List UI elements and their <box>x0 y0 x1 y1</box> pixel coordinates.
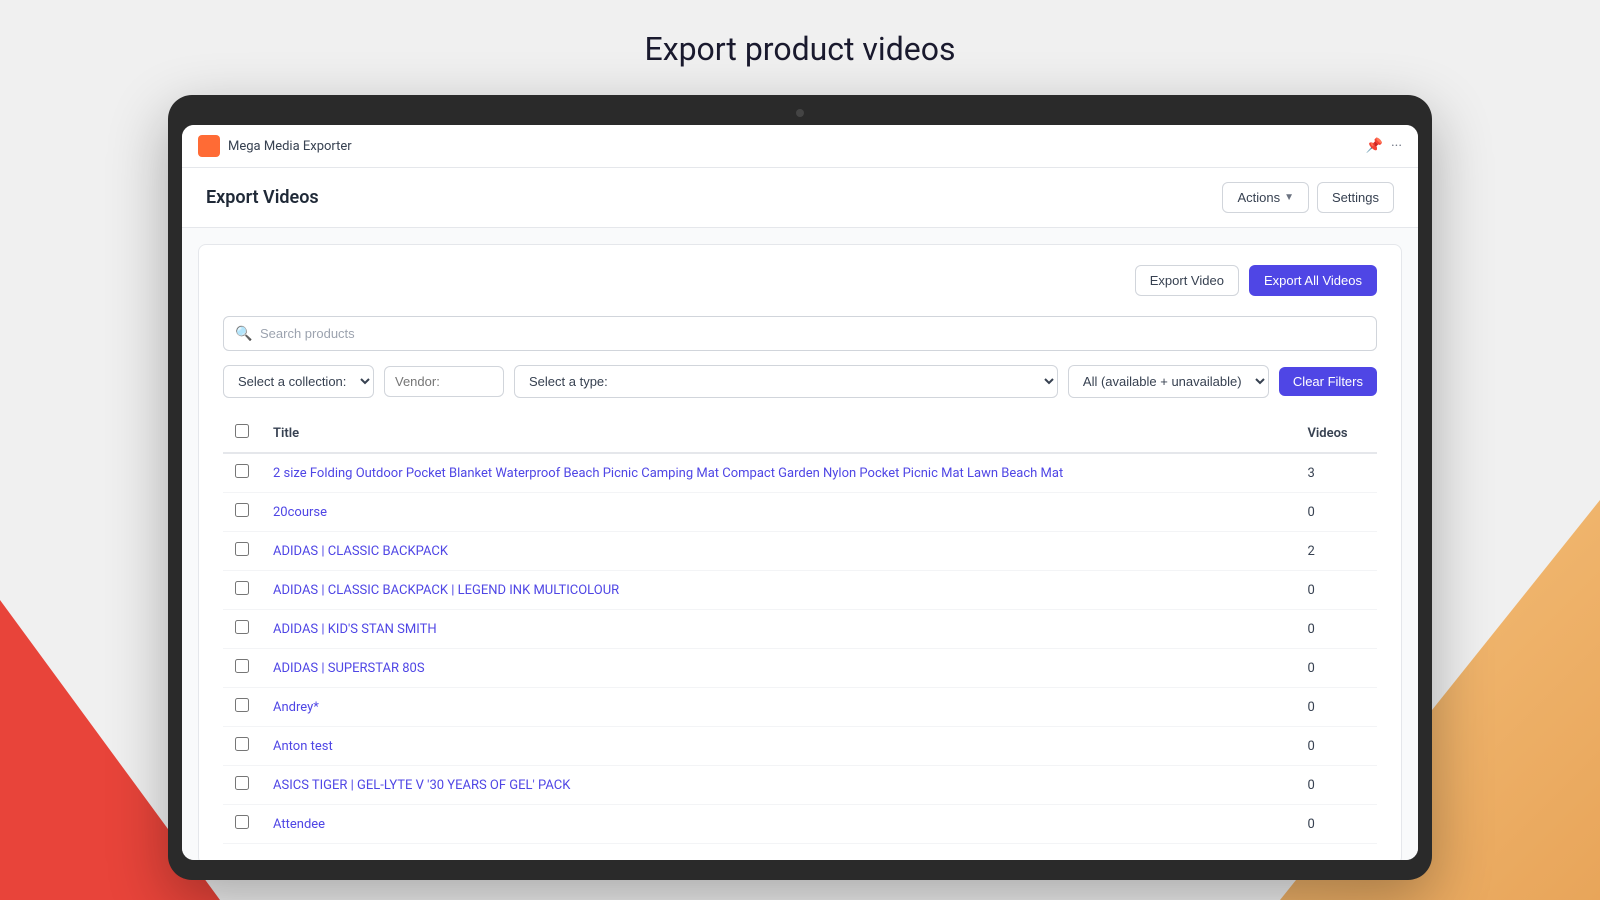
row-checkbox-cell <box>223 688 261 727</box>
row-checkbox[interactable] <box>235 542 249 556</box>
products-table: Title Videos 2 size Folding Outdoor Pock… <box>223 414 1377 844</box>
product-videos-count: 0 <box>1295 493 1377 532</box>
app-name: Mega Media Exporter <box>228 139 1366 154</box>
collection-filter[interactable]: Select a collection: <box>223 365 374 398</box>
main-content-card: Export Video Export All Videos 🔍 Select … <box>198 244 1402 860</box>
filters-row: Select a collection: Select a type: All … <box>223 365 1377 398</box>
export-all-videos-button[interactable]: Export All Videos <box>1249 265 1377 296</box>
product-title-cell: 20course <box>261 493 1295 532</box>
product-videos-count: 0 <box>1295 649 1377 688</box>
product-videos-count: 0 <box>1295 571 1377 610</box>
export-buttons-row: Export Video Export All Videos <box>223 265 1377 296</box>
search-container: 🔍 <box>223 316 1377 351</box>
settings-button[interactable]: Settings <box>1317 182 1394 213</box>
actions-button[interactable]: Actions ▼ <box>1222 182 1309 213</box>
table-row: Attendee 0 <box>223 805 1377 844</box>
row-checkbox[interactable] <box>235 620 249 634</box>
product-title-cell: Anton test <box>261 727 1295 766</box>
select-all-header <box>223 414 261 453</box>
row-checkbox-cell <box>223 571 261 610</box>
title-column-header: Title <box>261 414 1295 453</box>
table-row: 20course 0 <box>223 493 1377 532</box>
row-checkbox-cell <box>223 493 261 532</box>
select-all-checkbox[interactable] <box>235 424 249 438</box>
product-videos-count: 0 <box>1295 688 1377 727</box>
table-row: ADIDAS | KID'S STAN SMITH 0 <box>223 610 1377 649</box>
product-title-link[interactable]: Andrey* <box>273 700 319 715</box>
row-checkbox[interactable] <box>235 737 249 751</box>
row-checkbox[interactable] <box>235 503 249 517</box>
more-options-icon[interactable]: ··· <box>1391 138 1402 154</box>
table-row: Anton test 0 <box>223 727 1377 766</box>
table-row: 2 size Folding Outdoor Pocket Blanket Wa… <box>223 453 1377 493</box>
product-title-cell: 2 size Folding Outdoor Pocket Blanket Wa… <box>261 453 1295 493</box>
row-checkbox[interactable] <box>235 698 249 712</box>
product-title-link[interactable]: ADIDAS | CLASSIC BACKPACK | LEGEND INK M… <box>273 583 619 598</box>
product-title-cell: ASICS TIGER | GEL-LYTE V '30 YEARS OF GE… <box>261 766 1295 805</box>
app-header-actions: 📌 ··· <box>1366 138 1402 154</box>
product-videos-count: 0 <box>1295 805 1377 844</box>
tablet-frame: Mega Media Exporter 📌 ··· Export Videos … <box>168 95 1432 880</box>
product-videos-count: 0 <box>1295 727 1377 766</box>
row-checkbox[interactable] <box>235 581 249 595</box>
row-checkbox[interactable] <box>235 464 249 478</box>
search-input[interactable] <box>223 316 1377 351</box>
page-header-bar: Export Videos Actions ▼ Settings <box>182 168 1418 228</box>
videos-column-header: Videos <box>1295 414 1377 453</box>
product-title-link[interactable]: 2 size Folding Outdoor Pocket Blanket Wa… <box>273 466 1063 481</box>
row-checkbox[interactable] <box>235 776 249 790</box>
product-title-link[interactable]: Anton test <box>273 739 333 754</box>
app-logo <box>198 135 220 157</box>
product-videos-count: 0 <box>1295 610 1377 649</box>
tablet-camera <box>796 109 804 117</box>
table-row: Andrey* 0 <box>223 688 1377 727</box>
row-checkbox-cell <box>223 610 261 649</box>
tablet-screen: Mega Media Exporter 📌 ··· Export Videos … <box>182 125 1418 860</box>
row-checkbox-cell <box>223 532 261 571</box>
table-row: ADIDAS | CLASSIC BACKPACK 2 <box>223 532 1377 571</box>
row-checkbox-cell <box>223 453 261 493</box>
product-title-link[interactable]: 20course <box>273 505 327 520</box>
row-checkbox-cell <box>223 727 261 766</box>
export-video-button[interactable]: Export Video <box>1135 265 1239 296</box>
vendor-filter[interactable] <box>384 366 504 397</box>
row-checkbox[interactable] <box>235 815 249 829</box>
content-area: Export Videos Actions ▼ Settings Export … <box>182 168 1418 860</box>
row-checkbox[interactable] <box>235 659 249 673</box>
table-row: ASICS TIGER | GEL-LYTE V '30 YEARS OF GE… <box>223 766 1377 805</box>
product-title-cell: ADIDAS | KID'S STAN SMITH <box>261 610 1295 649</box>
product-title-link[interactable]: ADIDAS | CLASSIC BACKPACK <box>273 544 448 559</box>
header-buttons: Actions ▼ Settings <box>1222 182 1394 213</box>
product-title-cell: Andrey* <box>261 688 1295 727</box>
export-videos-heading: Export Videos <box>206 187 319 208</box>
availability-filter[interactable]: All (available + unavailable) Available … <box>1068 365 1269 398</box>
row-checkbox-cell <box>223 649 261 688</box>
product-videos-count: 0 <box>1295 766 1377 805</box>
app-header: Mega Media Exporter 📌 ··· <box>182 125 1418 168</box>
product-videos-count: 3 <box>1295 453 1377 493</box>
product-title-link[interactable]: ASICS TIGER | GEL-LYTE V '30 YEARS OF GE… <box>273 778 570 793</box>
product-title-link[interactable]: ADIDAS | KID'S STAN SMITH <box>273 622 437 637</box>
row-checkbox-cell <box>223 805 261 844</box>
table-row: ADIDAS | SUPERSTAR 80S 0 <box>223 649 1377 688</box>
search-icon: 🔍 <box>235 326 252 342</box>
clear-filters-button[interactable]: Clear Filters <box>1279 367 1377 396</box>
type-filter[interactable]: Select a type: <box>514 365 1058 398</box>
product-title-link[interactable]: Attendee <box>273 817 325 832</box>
product-title-cell: ADIDAS | SUPERSTAR 80S <box>261 649 1295 688</box>
product-title-cell: ADIDAS | CLASSIC BACKPACK <box>261 532 1295 571</box>
product-title-cell: Attendee <box>261 805 1295 844</box>
product-title-link[interactable]: ADIDAS | SUPERSTAR 80S <box>273 661 425 676</box>
product-videos-count: 2 <box>1295 532 1377 571</box>
product-title-cell: ADIDAS | CLASSIC BACKPACK | LEGEND INK M… <box>261 571 1295 610</box>
pin-icon[interactable]: 📌 <box>1366 138 1383 154</box>
row-checkbox-cell <box>223 766 261 805</box>
table-row: ADIDAS | CLASSIC BACKPACK | LEGEND INK M… <box>223 571 1377 610</box>
actions-chevron-icon: ▼ <box>1284 192 1294 203</box>
page-title: Export product videos <box>0 0 1600 88</box>
